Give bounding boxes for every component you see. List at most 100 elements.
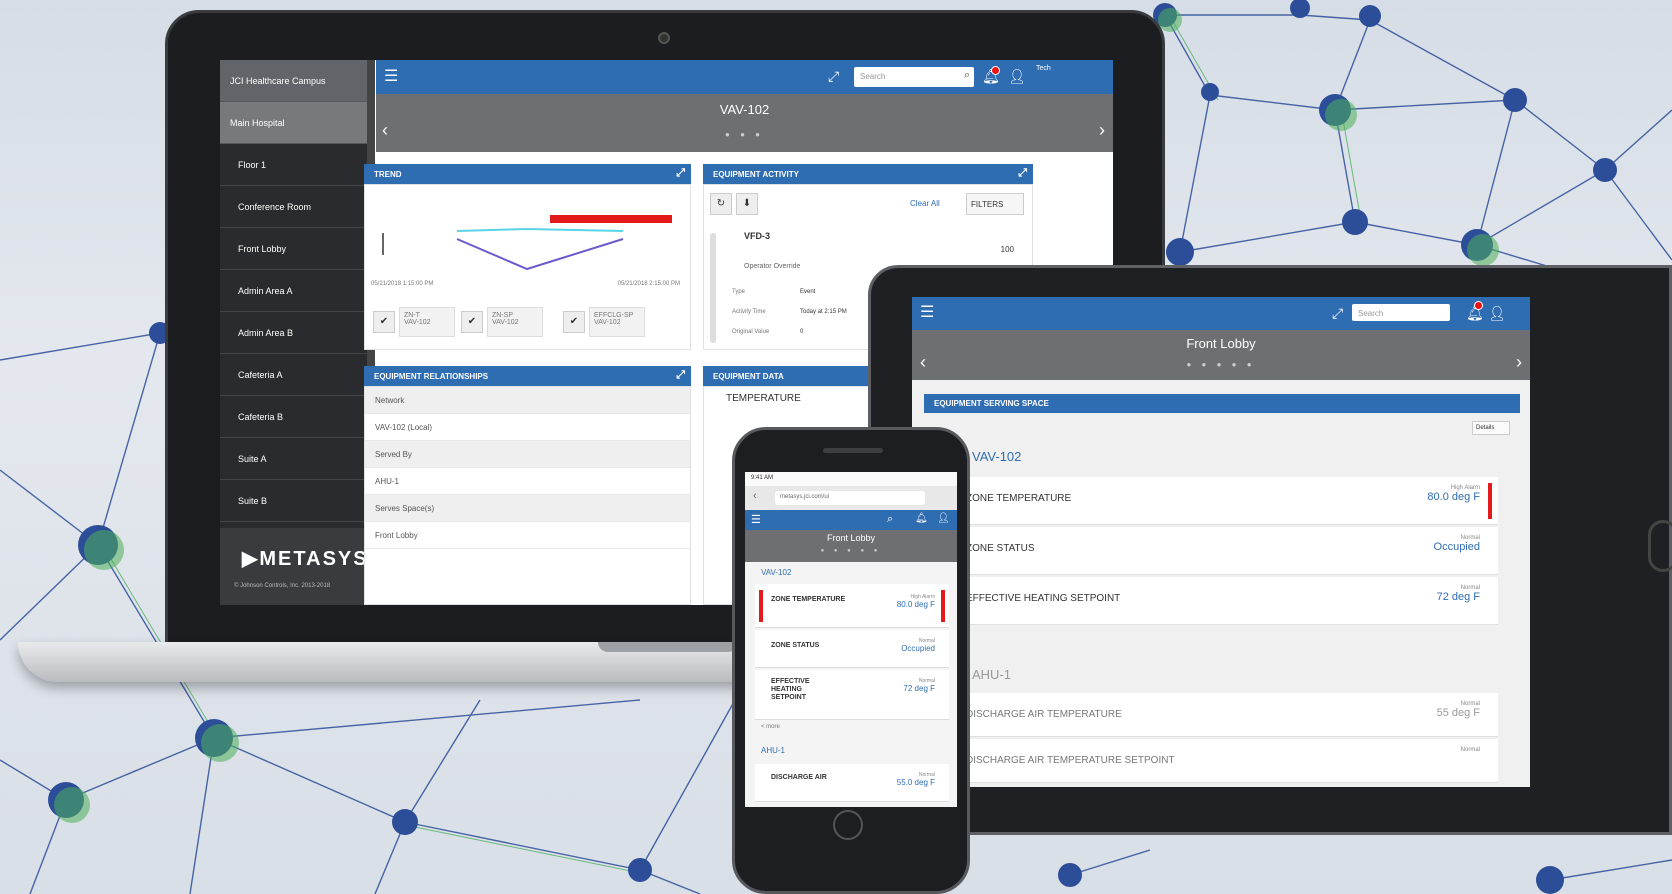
sidebar-item[interactable]: Admin Area A xyxy=(220,270,375,312)
laptop-notch xyxy=(598,642,738,652)
alarm-badge xyxy=(1474,301,1483,310)
section-title[interactable]: AHU-1 xyxy=(761,746,785,755)
hamburger-icon[interactable]: ☰ xyxy=(920,305,934,321)
page-dots[interactable]: ● ● ● xyxy=(376,130,1113,139)
series-toggle: ZN-T VAV-102 xyxy=(399,307,455,337)
refresh-icon[interactable]: ↻ xyxy=(710,193,732,215)
section-title[interactable]: AHU-1 xyxy=(972,667,1011,682)
relationship-row[interactable]: VAV-102 (Local) xyxy=(365,414,690,441)
phone-speaker xyxy=(823,448,883,453)
trend-icon[interactable]: ⤢ xyxy=(1332,305,1343,322)
phone-home-button xyxy=(833,810,863,840)
panel-header: EQUIPMENT SERVING SPACE xyxy=(924,394,1520,413)
sidebar: JCI Healthcare Campus Main Hospital Floo… xyxy=(220,60,375,605)
user-name[interactable]: Tech xyxy=(1036,65,1051,72)
back-icon[interactable]: ‹ xyxy=(753,490,757,502)
section-title[interactable]: VAV-102 xyxy=(761,568,791,577)
top-bar: ☰ ⌕ 🔔︎ 👤︎ xyxy=(745,510,957,530)
point-value: Normal Occupied xyxy=(1433,535,1480,553)
sidebar-item[interactable]: Conference Room xyxy=(220,186,375,228)
download-icon[interactable]: ⬇ xyxy=(736,193,758,215)
point-row[interactable]: DISCHARGE AIR Normal 55.0 deg F xyxy=(755,764,949,802)
trend-panel: 05/21/2018 1:15:00 PM 05/21/2018 2:15:00… xyxy=(364,184,691,350)
filters-button[interactable]: FILTERS xyxy=(966,193,1024,215)
sidebar-item[interactable]: Cafeteria B xyxy=(220,396,375,438)
point-row[interactable]: ZONE TEMPERATURE High Alarm 80.0 deg F xyxy=(755,584,949,628)
expand-icon[interactable]: ⤢ xyxy=(1018,167,1027,180)
sidebar-item[interactable]: Floor 1 xyxy=(220,144,375,186)
point-row[interactable]: DISCHARGE AIR TEMPERATURE SETPOINT Norma… xyxy=(950,739,1498,783)
details-button[interactable]: Details xyxy=(1472,421,1510,435)
page-dots[interactable]: ● ● ● ● ● xyxy=(745,548,957,554)
sidebar-item[interactable]: Suite B xyxy=(220,480,375,522)
relationship-row[interactable]: AHU-1 xyxy=(365,468,690,495)
point-label: EFFECTIVE HEATING SETPOINT xyxy=(771,678,810,701)
point-row[interactable]: ZONE TEMPERATURE High Alarm 80.0 deg F xyxy=(950,477,1498,525)
phone-screen: 9:41 AM ‹ metasys.jci.com/ui ☰ ⌕ 🔔︎ 👤︎ F… xyxy=(745,472,957,807)
search-icon[interactable]: ⌕ xyxy=(964,69,970,82)
search-input[interactable]: Search xyxy=(1352,304,1450,321)
page-title: VAV-102 xyxy=(719,102,770,117)
point-value: Normal 55.0 deg F xyxy=(896,772,935,787)
chevron-right-icon[interactable]: › xyxy=(1099,120,1105,141)
activity-status: Operator Override xyxy=(744,263,801,270)
top-bar: ☰ ⤢ Search 🔔︎ 👤︎ xyxy=(912,297,1530,330)
hamburger-icon[interactable]: ☰ xyxy=(751,513,761,526)
point-value: Normal xyxy=(1460,747,1480,753)
expand-icon[interactable]: ⤢ xyxy=(676,369,685,382)
checkbox[interactable]: ✔ xyxy=(563,311,585,333)
series-line xyxy=(456,227,624,232)
panel-title: EQUIPMENT DATA xyxy=(713,372,784,381)
clear-all-link[interactable]: Clear All xyxy=(910,199,940,208)
copyright: © Johnson Controls, Inc. 2013-2018 xyxy=(234,583,331,589)
trend-icon[interactable]: ⤢ xyxy=(828,68,839,85)
user-icon[interactable]: 👤︎ xyxy=(1008,68,1026,85)
section-title[interactable]: VAV-102 xyxy=(972,449,1021,464)
point-row[interactable]: EFFECTIVE HEATING SETPOINT Normal 72 deg … xyxy=(755,670,949,720)
panel-title: TREND xyxy=(374,170,402,179)
trend-chart xyxy=(382,215,672,271)
relationships-panel: Network VAV-102 (Local) Served By AHU-1 … xyxy=(364,386,691,605)
relationship-row: Serves Space(s) xyxy=(365,495,690,522)
activity-count: 100 xyxy=(1000,245,1014,254)
page-dots[interactable]: ● ● ● ● ● xyxy=(912,360,1530,369)
chevron-left-icon[interactable]: ‹ xyxy=(920,352,926,373)
url-field[interactable]: metasys.jci.com/ui xyxy=(775,491,925,505)
chevron-right-icon[interactable]: › xyxy=(1516,352,1522,373)
field-label: Activity Time xyxy=(732,309,766,315)
point-row[interactable]: ZONE STATUS Normal Occupied xyxy=(950,527,1498,575)
sidebar-site[interactable]: Main Hospital xyxy=(220,102,375,144)
bell-icon[interactable]: 🔔︎ xyxy=(915,513,928,524)
sidebar-item[interactable]: Suite A xyxy=(220,438,375,480)
search-input[interactable]: Search xyxy=(854,67,974,87)
search-icon[interactable]: ⌕ xyxy=(887,513,893,526)
space-header: Front Lobby ● ● ● ● ● ‹ › xyxy=(912,330,1530,380)
point-row[interactable]: DISCHARGE AIR TEMPERATURE Normal 55 deg F xyxy=(950,693,1498,737)
alarm-band xyxy=(550,215,672,223)
sidebar-item[interactable]: Cafeteria A xyxy=(220,354,375,396)
point-label: DISCHARGE AIR TEMPERATURE SETPOINT xyxy=(966,755,1175,766)
field-value: 0 xyxy=(800,329,804,335)
panel-title: EQUIPMENT RELATIONSHIPS xyxy=(374,372,489,381)
point-row[interactable]: ZONE STATUS Normal Occupied xyxy=(755,630,949,668)
hamburger-icon[interactable]: ☰ xyxy=(384,69,398,85)
chevron-left-icon[interactable]: ‹ xyxy=(382,120,388,141)
top-bar: ☰ ⤢ Search ⌕ 🔔︎ 👤︎ Tech xyxy=(376,60,1113,94)
checkbox[interactable]: ✔ xyxy=(373,311,395,333)
sidebar-item[interactable]: Front Lobby xyxy=(220,228,375,270)
point-row[interactable]: EFFECTIVE HEATING SETPOINT Normal 72 deg … xyxy=(950,577,1498,625)
alarm-indicator xyxy=(941,590,945,622)
user-icon[interactable]: 👤︎ xyxy=(937,513,950,524)
user-icon[interactable]: 👤︎ xyxy=(1488,305,1506,322)
point-label: DISCHARGE AIR TEMPERATURE xyxy=(966,709,1122,720)
more-link[interactable]: < more xyxy=(761,724,780,730)
relationship-row[interactable]: Front Lobby xyxy=(365,522,690,549)
activity-item-title[interactable]: VFD-3 xyxy=(744,231,770,241)
checkbox[interactable]: ✔ xyxy=(461,311,483,333)
brand-footer: ▶METASYS © Johnson Controls, Inc. 2013-2… xyxy=(220,528,375,605)
point-label: ZONE TEMPERATURE xyxy=(966,493,1072,504)
expand-icon[interactable]: ⤢ xyxy=(676,167,685,180)
sidebar-site[interactable]: JCI Healthcare Campus xyxy=(220,60,375,102)
sidebar-item[interactable]: Admin Area B xyxy=(220,312,375,354)
browser-bar: ‹ metasys.jci.com/ui xyxy=(745,486,957,510)
